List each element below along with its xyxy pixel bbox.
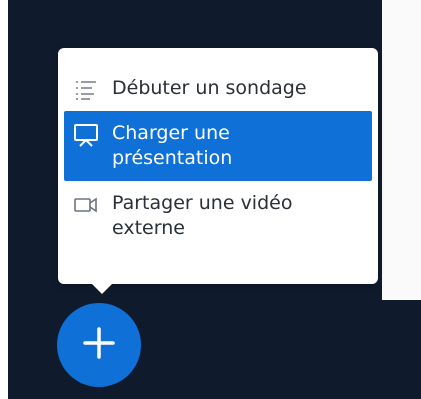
menu-pointer-arrow (90, 282, 114, 294)
menu-item-upload-presentation[interactable]: Charger une présentation (64, 111, 372, 181)
menu-item-label: Charger une présentation (112, 122, 233, 169)
menu-item-share-external-video[interactable]: Partager une vidéo externe (64, 181, 372, 251)
poll-icon (72, 78, 100, 102)
content-area (382, 0, 421, 300)
menu-item-start-poll[interactable]: Débuter un sondage (64, 66, 372, 111)
left-border (0, 0, 8, 399)
menu-item-label: Partager une vidéo externe (112, 192, 293, 239)
video-icon (72, 193, 100, 217)
presentation-icon (72, 123, 100, 147)
menu-item-label: Débuter un sondage (112, 77, 307, 99)
plus-icon (81, 325, 117, 365)
actions-menu: Débuter un sondage Charger une présentat… (58, 48, 378, 284)
actions-plus-button[interactable] (57, 303, 141, 387)
